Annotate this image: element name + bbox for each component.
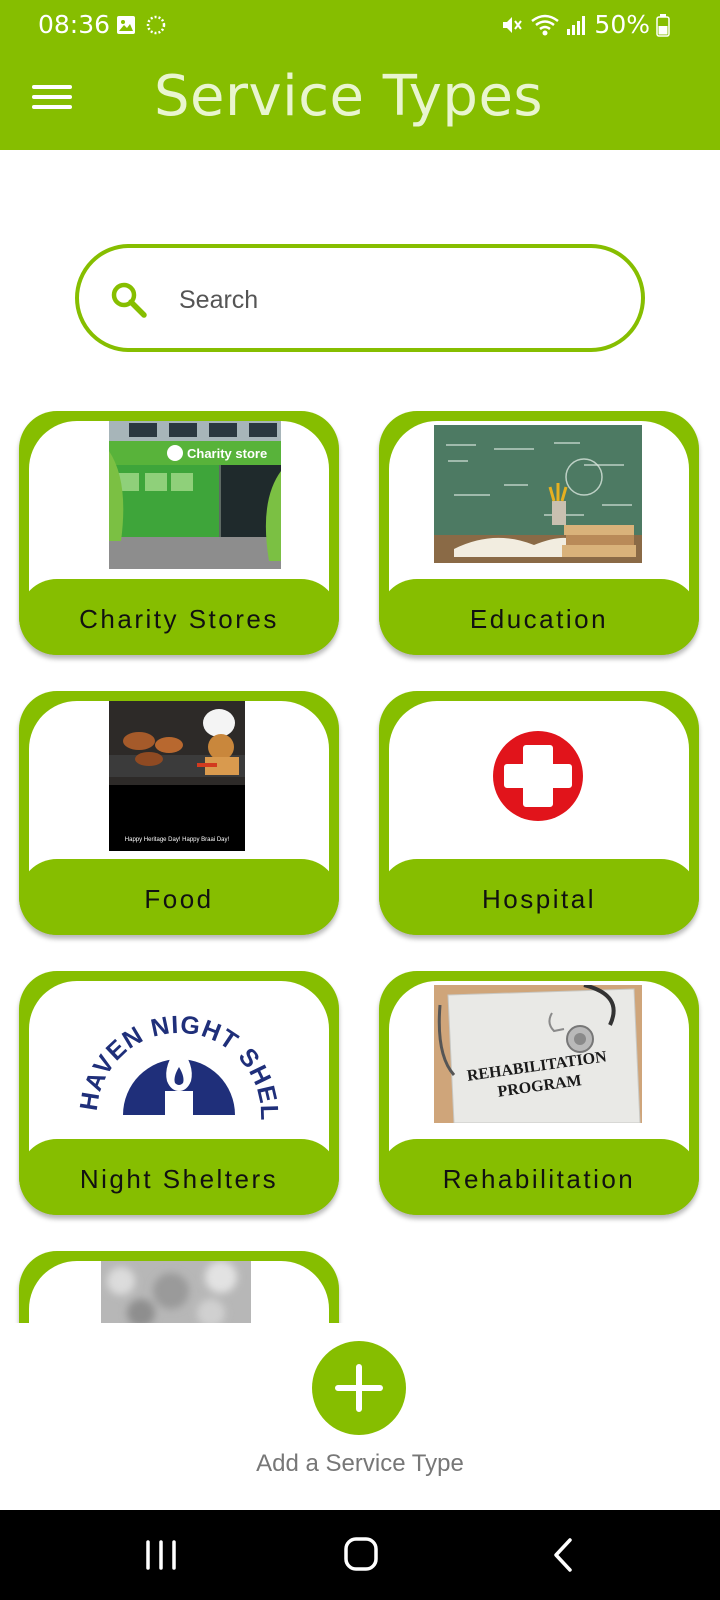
haven-night-shelter-logo: THE HAVEN NIGHT SHELTER <box>75 987 282 1120</box>
search-bar[interactable] <box>75 244 645 352</box>
home-icon[interactable] <box>336 1532 386 1578</box>
card-label: Rehabilitation <box>442 1164 636 1194</box>
service-card-education[interactable]: Education <box>379 411 699 655</box>
status-time: 08:36 <box>38 10 111 39</box>
status-bar: 08:36 50% <box>0 0 720 52</box>
app-bar: Service Types <box>0 52 720 150</box>
service-card-night-shelters[interactable]: THE HAVEN NIGHT SHELTER Night Shelters <box>19 971 339 1215</box>
card-label: Education <box>469 604 609 634</box>
status-indicators: 50% <box>500 10 670 39</box>
education-photo <box>434 425 642 563</box>
sync-icon <box>146 15 166 35</box>
service-card-hospital[interactable]: Hospital <box>379 691 699 935</box>
battery-percentage: 50% <box>594 10 650 39</box>
signal-icon <box>567 15 586 35</box>
add-service-type-label: Add a Service Type <box>256 1450 464 1477</box>
battery-icon <box>656 13 670 37</box>
card-label: Hospital <box>482 884 596 914</box>
system-nav-bar <box>0 1510 720 1600</box>
menu-icon[interactable] <box>30 80 74 120</box>
charity-store-photo: Charity store <box>109 421 281 569</box>
food-photo: Happy Heritage Day! Happy Braai Day! <box>109 701 245 851</box>
back-icon[interactable] <box>538 1532 588 1578</box>
recent-apps-icon[interactable] <box>136 1532 186 1578</box>
card-label: Night Shelters <box>79 1164 279 1194</box>
mute-icon <box>503 16 523 33</box>
page-title: Service Types <box>154 64 544 129</box>
card-label: Charity Stores <box>79 604 279 634</box>
search-icon <box>111 282 147 318</box>
hospital-cross-icon <box>493 731 583 821</box>
service-card-food[interactable]: Happy Heritage Day! Happy Braai Day! Foo… <box>19 691 339 935</box>
service-card-partial[interactable] <box>19 1251 339 1323</box>
service-card-rehabilitation[interactable]: REHABILITATION PROGRAM Rehabilitation <box>379 971 699 1215</box>
gallery-icon <box>117 16 135 34</box>
card-image-area <box>29 1261 329 1323</box>
service-card-charity-stores[interactable]: Charity store Charity Stores <box>19 411 339 655</box>
blurred-photo <box>101 1261 251 1323</box>
svg-text:Happy Heritage Day! Happy Braa: Happy Heritage Day! Happy Braai Day! <box>125 837 230 843</box>
card-label: Food <box>144 884 214 914</box>
plus-icon <box>335 1364 383 1412</box>
svg-text:Charity store: Charity store <box>187 446 267 461</box>
add-service-type-button[interactable] <box>312 1341 406 1435</box>
wifi-icon <box>531 14 560 35</box>
search-input[interactable] <box>179 276 599 324</box>
service-type-grid: Charity store Charity Stores Education H… <box>0 405 720 1323</box>
rehabilitation-program-photo: REHABILITATION PROGRAM <box>434 985 642 1123</box>
